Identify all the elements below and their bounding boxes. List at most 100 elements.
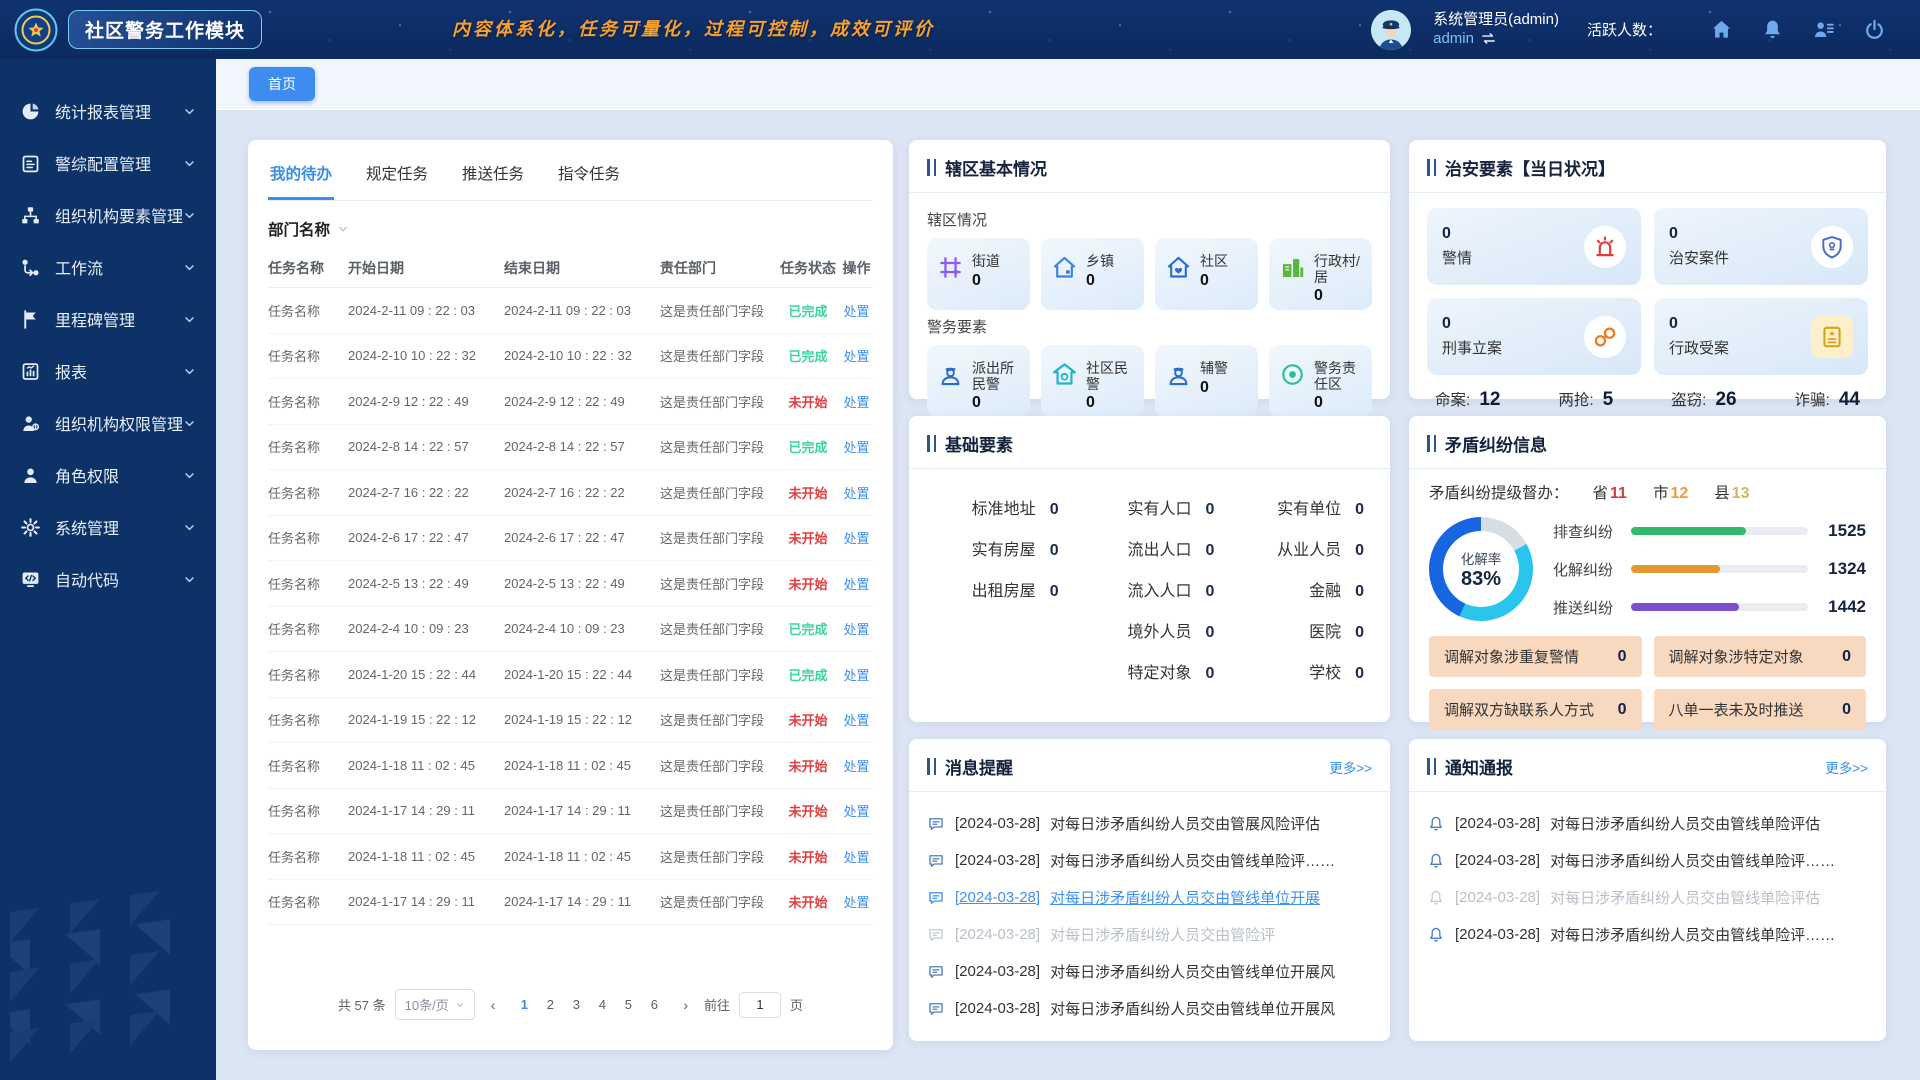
dispute-alert-chip[interactable]: 调解对象涉特定对象0 (1654, 636, 1867, 677)
list-item[interactable]: [2024-03-28]对每日涉矛盾纠纷人员交由管线单险评估 (1427, 805, 1868, 842)
home-page-tab[interactable]: 首页 (249, 67, 315, 101)
sidebar-item[interactable]: 组织机构权限管理 (0, 397, 216, 449)
level-label: 省 (1593, 485, 1609, 502)
dispose-link[interactable]: 处置 (843, 895, 869, 910)
dispose-link[interactable]: 处置 (843, 713, 869, 728)
page-size-select[interactable]: 10条/页 (395, 989, 475, 1020)
power-icon[interactable] (1863, 18, 1886, 41)
user-avatar[interactable] (1371, 10, 1411, 50)
task-tab[interactable]: 规定任务 (364, 156, 430, 200)
district-card[interactable]: 社区0 (1155, 238, 1258, 310)
sidebar-item[interactable]: 里程碑管理 (0, 293, 216, 345)
dispose-link[interactable]: 处置 (843, 622, 869, 637)
sidebar-item[interactable]: 角色权限 (0, 449, 216, 501)
prev-page-button[interactable]: ‹ (484, 997, 503, 1013)
list-item[interactable]: [2024-03-28]对每日涉矛盾纠纷人员交由管线单位开展 (927, 879, 1372, 916)
security-card[interactable]: 0治安案件 (1654, 208, 1868, 285)
sidebar-item[interactable]: 工作流 (0, 241, 216, 293)
bell-icon (1427, 852, 1445, 870)
district-card[interactable]: 乡镇0 (1041, 238, 1144, 310)
card-text: 0行政受案 (1669, 315, 1729, 358)
page-number[interactable]: 2 (537, 997, 563, 1012)
list-item[interactable]: [2024-03-28]对每日涉矛盾纠纷人员交由管展风险评估 (927, 805, 1372, 842)
basic-element-label: 学校 (1309, 659, 1341, 683)
bell-icon[interactable] (1761, 18, 1784, 41)
district-card[interactable]: 警务责任区0 (1269, 345, 1372, 417)
task-tabs: 我的待办规定任务推送任务指令任务 (268, 156, 873, 201)
dispose-link[interactable]: 处置 (843, 486, 869, 501)
district-card[interactable]: 社区民警0 (1041, 345, 1144, 417)
action-cell: 处置 (840, 437, 873, 456)
home-icon[interactable] (1710, 18, 1733, 41)
sidebar-item[interactable]: 警综配置管理 (0, 137, 216, 189)
list-item[interactable]: [2024-03-28]对每日涉矛盾纠纷人员交由管险评 (927, 916, 1372, 953)
page-number[interactable]: 1 (511, 997, 537, 1012)
dispose-link[interactable]: 处置 (843, 349, 869, 364)
list-item[interactable]: [2024-03-28]对每日涉矛盾纠纷人员交由管线单险评…… (1427, 842, 1868, 879)
list-item[interactable]: [2024-03-28]对每日涉矛盾纠纷人员交由管线单险评…… (927, 842, 1372, 879)
chevron-down-icon (183, 157, 196, 170)
notices-more-link[interactable]: 更多>> (1825, 757, 1868, 777)
card-label: 行政村/居 (1314, 254, 1364, 285)
police-icon (937, 361, 964, 388)
action-cell: 处置 (840, 847, 873, 866)
dispose-link[interactable]: 处置 (843, 440, 869, 455)
dispose-link[interactable]: 处置 (843, 395, 869, 410)
district-card[interactable]: 街道0 (927, 238, 1030, 310)
next-page-button[interactable]: › (676, 997, 695, 1013)
list-item[interactable]: [2024-03-28]对每日涉矛盾纠纷人员交由管线单位开展风 (927, 953, 1372, 990)
page-numbers: 123456 (511, 997, 667, 1012)
contacts-icon[interactable] (1812, 18, 1835, 41)
dispose-link[interactable]: 处置 (843, 668, 869, 683)
brand: 社区警务工作模块 (0, 8, 262, 52)
district-card[interactable]: 派出所民警0 (927, 345, 1030, 417)
card-label: 派出所民警 (972, 361, 1022, 392)
dispose-link[interactable]: 处置 (843, 804, 869, 819)
dispute-alert-chip[interactable]: 调解双方缺联系人方式0 (1429, 689, 1642, 730)
sidebar-item[interactable]: 统计报表管理 (0, 85, 216, 137)
page-number[interactable]: 4 (589, 997, 615, 1012)
list-item[interactable]: [2024-03-28]对每日涉矛盾纠纷人员交由管线单险评估 (1427, 879, 1868, 916)
task-tab[interactable]: 我的待办 (268, 156, 334, 200)
dispute-alert-chip[interactable]: 调解对象涉重复警情0 (1429, 636, 1642, 677)
basic-element-value: 0 (1355, 665, 1364, 683)
dispose-link[interactable]: 处置 (843, 759, 869, 774)
start-date-cell: 2024-1-20 15 : 22 : 44 (348, 667, 504, 682)
page-number[interactable]: 5 (615, 997, 641, 1012)
item-date: [2024-03-28] (955, 926, 1040, 943)
list-item[interactable]: [2024-03-28]对每日涉矛盾纠纷人员交由管线单险评…… (1427, 916, 1868, 953)
district-card[interactable]: 辅警0 (1155, 345, 1258, 417)
task-tab[interactable]: 推送任务 (460, 156, 526, 200)
task-tab[interactable]: 指令任务 (556, 156, 622, 200)
list-item[interactable]: [2024-03-28]对每日涉矛盾纠纷人员交由管线单位开展风 (927, 990, 1372, 1027)
start-date-cell: 2024-2-6 17 : 22 : 47 (348, 530, 504, 545)
department-filter[interactable]: 部门名称 (268, 218, 873, 240)
page-number[interactable]: 3 (563, 997, 589, 1012)
dispose-link[interactable]: 处置 (843, 850, 869, 865)
dispose-link[interactable]: 处置 (843, 531, 869, 546)
card-text: 0治安案件 (1669, 225, 1729, 268)
page-number[interactable]: 6 (641, 997, 667, 1012)
security-card[interactable]: 0刑事立案 (1427, 298, 1641, 375)
sidebar-item[interactable]: 报表 (0, 345, 216, 397)
dispose-link[interactable]: 处置 (843, 577, 869, 592)
basic-elements-panel: 基础要素 标准地址0实有房屋0出租房屋0实有人口0流出人口0流入人口0境外人员0… (909, 416, 1390, 722)
sidebar-item[interactable]: 自动代码 (0, 553, 216, 605)
status-badge: 未开始 (776, 847, 840, 866)
goto-page-input[interactable] (739, 992, 781, 1018)
sidebar-item-label: 组织机构权限管理 (55, 411, 183, 435)
table-row: 任务名称2024-1-20 15 : 22 : 442024-1-20 15 :… (268, 652, 873, 698)
alert-value: 0 (1618, 648, 1627, 666)
security-card[interactable]: 0警情 (1427, 208, 1641, 285)
dispose-link[interactable]: 处置 (843, 304, 869, 319)
basic-element-value: 0 (1205, 583, 1214, 601)
messages-more-link[interactable]: 更多>> (1329, 757, 1372, 777)
sidebar-item[interactable]: 系统管理 (0, 501, 216, 553)
sidebar-item[interactable]: 组织机构要素管理 (0, 189, 216, 241)
district-card[interactable]: 行政村/居0 (1269, 238, 1372, 310)
dispute-alert-chip[interactable]: 八单一表未及时推送0 (1654, 689, 1867, 730)
chevron-down-icon (183, 313, 196, 326)
table-row: 任务名称2024-2-8 14 : 22 : 572024-2-8 14 : 2… (268, 425, 873, 471)
switch-user-icon[interactable] (1480, 30, 1497, 47)
security-card[interactable]: 0行政受案 (1654, 298, 1868, 375)
